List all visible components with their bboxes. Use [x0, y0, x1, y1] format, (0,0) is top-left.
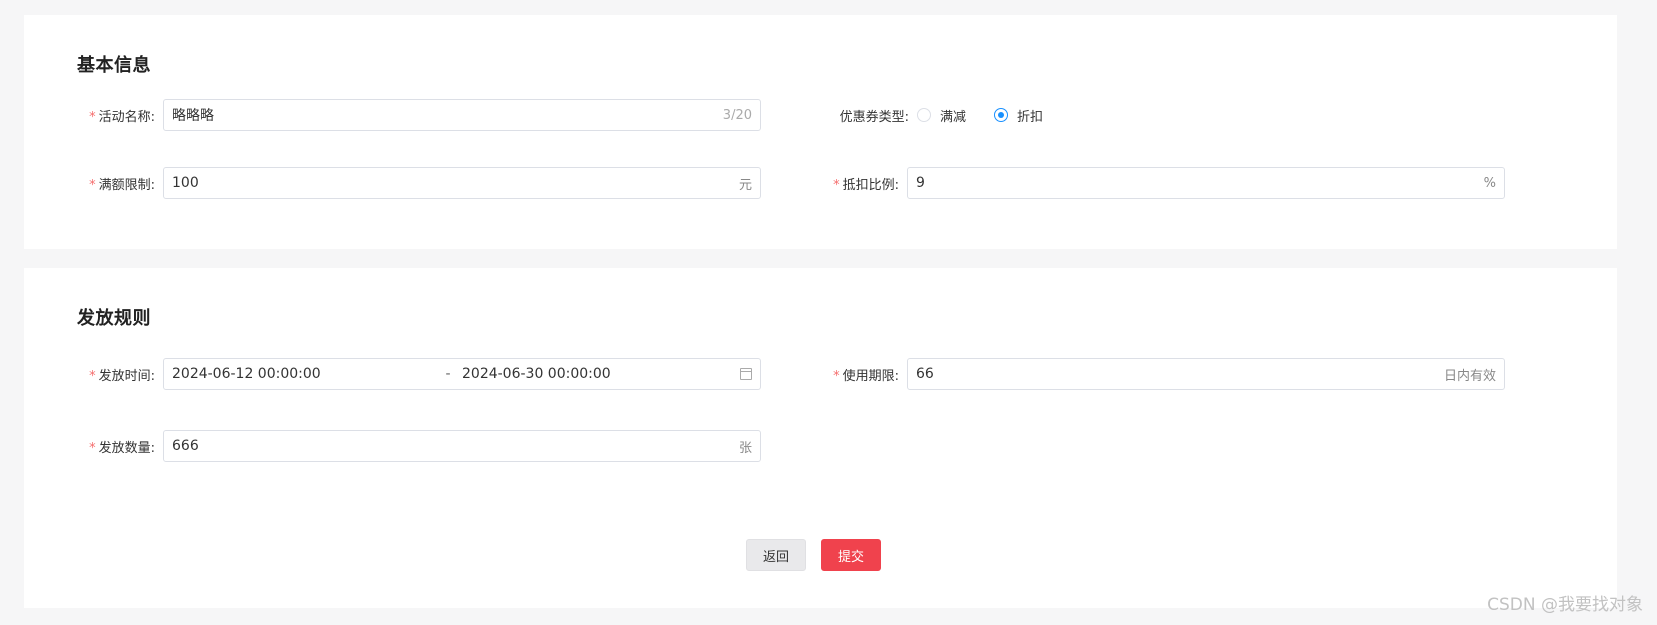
activity-name-input[interactable]: 略略略 3/20 — [163, 99, 761, 131]
discount-ratio-value: 9 — [916, 175, 925, 191]
form-item-discount-ratio: * 抵扣比例: 9 % — [821, 167, 1505, 199]
discount-ratio-label: * 抵扣比例: — [833, 177, 899, 193]
form-item-quantity: * 发放数量: 666 张 — [77, 430, 761, 462]
radio-full-reduction[interactable]: 满减 — [917, 106, 966, 125]
activity-name-counter: 3/20 — [722, 107, 752, 123]
issue-time-separator: - — [445, 366, 451, 382]
validity-input[interactable]: 66 日内有效 — [907, 358, 1505, 390]
form-item-validity: * 使用期限: 66 日内有效 — [821, 358, 1505, 390]
quantity-input[interactable]: 666 张 — [163, 430, 761, 462]
section-title-basic-info: 基本信息 — [77, 55, 151, 76]
required-star: * — [833, 177, 840, 193]
threshold-label: * 满额限制: — [89, 177, 155, 193]
watermark-text: CSDN @我要找对象 — [1487, 595, 1643, 615]
required-star: * — [89, 368, 96, 384]
quantity-label: * 发放数量: — [89, 440, 155, 456]
validity-value: 66 — [916, 366, 934, 382]
coupon-type-label: 优惠券类型: — [839, 109, 909, 125]
issue-time-start[interactable]: 2024-06-12 00:00:00 — [172, 366, 434, 382]
section-title-issue-rules: 发放规则 — [77, 308, 151, 329]
basic-info-card: 基本信息 * 活动名称: 略略略 3/20 优惠券类型: 满减 折扣 * 满额限制:… — [24, 15, 1617, 249]
quantity-value: 666 — [172, 438, 199, 454]
radio-discount[interactable]: 折扣 — [994, 106, 1043, 125]
submit-button[interactable]: 提交 — [821, 539, 881, 571]
threshold-value: 100 — [172, 175, 199, 191]
radio-checked-icon — [994, 108, 1009, 122]
required-star: * — [89, 177, 96, 193]
activity-name-label: * 活动名称: — [89, 109, 155, 125]
issue-rules-card: 发放规则 * 发放时间: 2024-06-12 00:00:00 - 2024-0… — [24, 268, 1617, 608]
required-star: * — [89, 440, 96, 456]
issue-time-label: * 发放时间: — [89, 368, 155, 384]
calendar-icon[interactable] — [740, 368, 752, 380]
form-item-threshold: * 满额限制: 100 元 — [77, 167, 761, 199]
validity-suffix: 日内有效 — [1443, 368, 1496, 384]
radio-unchecked-icon — [917, 108, 931, 122]
required-star: * — [89, 109, 96, 125]
quantity-suffix: 张 — [738, 440, 752, 456]
radio-discount-label: 折扣 — [1017, 109, 1044, 125]
discount-ratio-suffix: % — [1483, 175, 1496, 191]
coupon-type-radio-group: 满减 折扣 — [917, 106, 1071, 125]
form-item-coupon-type: 优惠券类型: 满减 折扣 — [821, 99, 1071, 131]
radio-full-reduction-label: 满减 — [940, 109, 967, 125]
back-button[interactable]: 返回 — [746, 539, 806, 571]
validity-label: * 使用期限: — [833, 368, 899, 384]
discount-ratio-input[interactable]: 9 % — [907, 167, 1505, 199]
form-item-activity-name: * 活动名称: 略略略 3/20 — [77, 99, 761, 131]
activity-name-value: 略略略 — [172, 108, 214, 124]
threshold-input[interactable]: 100 元 — [163, 167, 761, 199]
threshold-suffix: 元 — [738, 177, 752, 193]
issue-time-end[interactable]: 2024-06-30 00:00:00 — [462, 366, 740, 382]
required-star: * — [833, 368, 840, 384]
form-item-issue-time: * 发放时间: 2024-06-12 00:00:00 - 2024-06-30 … — [77, 358, 761, 390]
issue-time-range-picker[interactable]: 2024-06-12 00:00:00 - 2024-06-30 00:00:0… — [163, 358, 761, 390]
